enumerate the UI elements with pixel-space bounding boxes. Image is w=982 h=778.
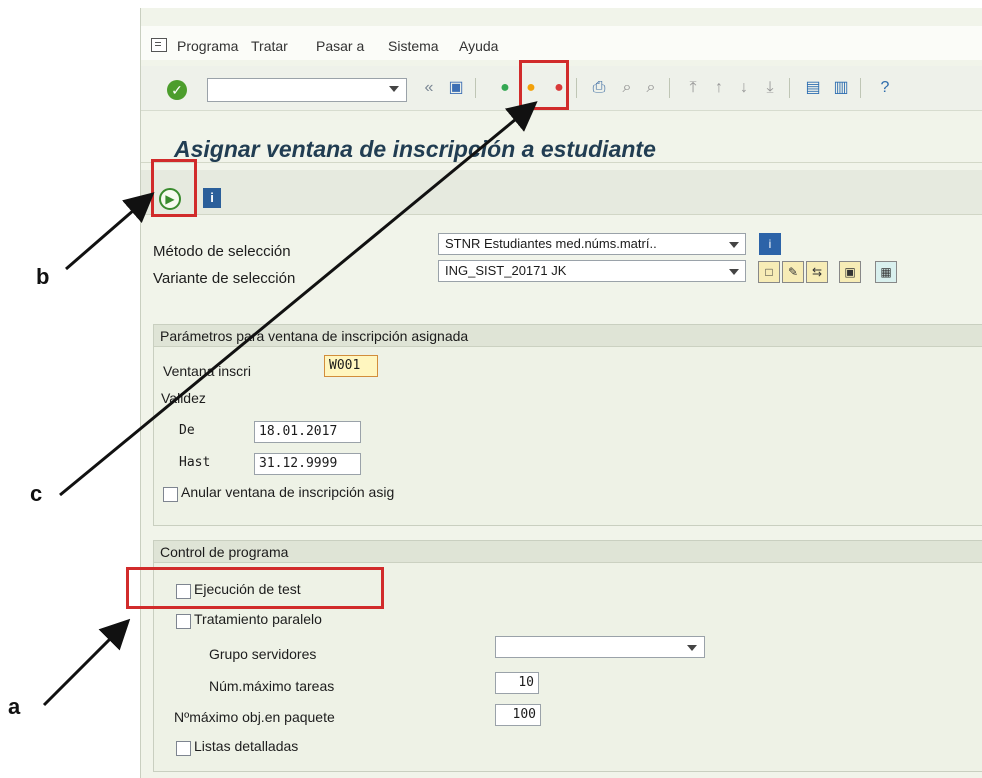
menu-bar: Programa Tratar Pasar a Sistema Ayuda xyxy=(141,26,982,60)
variant-catalog-icon[interactable]: ▦ xyxy=(875,261,897,283)
program-control-title: Control de programa xyxy=(154,541,982,563)
chevron-down-icon[interactable] xyxy=(389,86,399,92)
toolbar-separator xyxy=(789,78,790,98)
next-page-icon[interactable]: ↓ xyxy=(734,78,754,98)
menu-programa[interactable]: Programa xyxy=(177,38,238,54)
max-tasks-input[interactable]: 10 xyxy=(495,672,539,694)
save-icon[interactable]: ▣ xyxy=(446,78,466,98)
selection-variant-dropdown[interactable]: ING_SIST_20171 JK xyxy=(438,260,746,282)
print-icon[interactable]: ⎙ xyxy=(589,78,609,98)
copy-variant-icon[interactable]: ⇆ xyxy=(806,261,828,283)
server-group-dropdown[interactable] xyxy=(495,636,705,658)
shortcut-icon[interactable]: ▥ xyxy=(831,78,851,98)
new-session-icon[interactable]: ▤ xyxy=(803,78,823,98)
info-icon[interactable]: i xyxy=(203,188,221,208)
highlight-box-b xyxy=(151,159,197,217)
prev-page-icon[interactable]: ↑ xyxy=(709,78,729,98)
highlight-box-a xyxy=(126,567,384,609)
find-next-icon[interactable]: ⌕ xyxy=(641,78,661,98)
to-label: Hast xyxy=(179,455,211,470)
help-icon[interactable]: ? xyxy=(875,78,895,98)
parallel-processing-checkbox[interactable] xyxy=(176,614,191,629)
application-toolbar: ▶ i xyxy=(141,170,982,215)
max-objects-input[interactable]: 100 xyxy=(495,704,541,726)
detailed-lists-checkbox[interactable] xyxy=(176,741,191,756)
validity-label: Validez xyxy=(161,390,206,406)
create-variant-icon[interactable]: □ xyxy=(758,261,780,283)
annotation-b: b xyxy=(36,264,50,289)
menu-tratar[interactable]: Tratar xyxy=(251,38,288,54)
chevron-down-icon[interactable] xyxy=(729,242,739,248)
menu-sistema[interactable]: Sistema xyxy=(388,38,439,54)
to-date-input[interactable]: 31.12.9999 xyxy=(254,453,361,475)
window-input[interactable]: W001 xyxy=(324,355,378,377)
toolbar-separator xyxy=(669,78,670,98)
menu-icon[interactable] xyxy=(151,38,167,52)
server-group-label: Grupo servidores xyxy=(209,646,317,662)
annotation-a: a xyxy=(8,694,21,719)
checkmark-icon[interactable]: ✓ xyxy=(167,80,187,100)
command-field[interactable] xyxy=(207,78,407,102)
selection-method-dropdown[interactable]: STNR Estudiantes med.núms.matrí.. xyxy=(438,233,746,255)
params-group-title: Parámetros para ventana de inscripción a… xyxy=(154,325,982,347)
last-page-icon[interactable]: ⤓ xyxy=(760,78,780,98)
toolbar-separator xyxy=(475,78,476,98)
chevron-down-icon[interactable] xyxy=(729,269,739,275)
find-icon[interactable]: ⌕ xyxy=(617,78,637,98)
edit-variant-icon[interactable]: ✎ xyxy=(782,261,804,283)
annotation-c: c xyxy=(30,481,43,506)
from-date-input[interactable]: 18.01.2017 xyxy=(254,421,361,443)
detailed-lists-label: Listas detalladas xyxy=(194,738,299,754)
delete-variant-icon[interactable]: ▣ xyxy=(839,261,861,283)
double-left-icon[interactable]: « xyxy=(419,78,439,98)
title-bar: Asignar ventana de inscripción a estudia… xyxy=(141,128,982,163)
cancel-window-label: Anular ventana de inscripción asig xyxy=(181,484,395,500)
variant-label: Variante de selección xyxy=(153,270,296,287)
arrow-b xyxy=(65,192,155,271)
first-page-icon[interactable]: ⤒ xyxy=(683,78,703,98)
toolbar-separator xyxy=(860,78,861,98)
chevron-down-icon[interactable] xyxy=(687,645,697,651)
cancel-window-checkbox[interactable] xyxy=(163,487,178,502)
info-button[interactable]: i xyxy=(759,233,781,255)
max-tasks-label: Núm.máximo tareas xyxy=(209,678,335,694)
page-title: Asignar ventana de inscripción a estudia… xyxy=(174,136,656,162)
toolbar-separator xyxy=(576,78,577,98)
parallel-processing-label: Tratamiento paralelo xyxy=(194,611,322,627)
max-objects-label: Nºmáximo obj.en paquete xyxy=(174,709,335,725)
window-label: Ventana inscri xyxy=(163,363,251,379)
method-label: Método de selección xyxy=(153,243,291,260)
arrow-a xyxy=(42,618,131,707)
menu-pasar-a[interactable]: Pasar a xyxy=(316,38,364,54)
menu-ayuda[interactable]: Ayuda xyxy=(459,38,498,54)
from-label: De xyxy=(179,423,195,438)
sap-window: Programa Tratar Pasar a Sistema Ayuda ✓ … xyxy=(140,8,982,778)
back-icon[interactable]: ● xyxy=(495,78,515,98)
highlight-box-c xyxy=(519,60,569,110)
